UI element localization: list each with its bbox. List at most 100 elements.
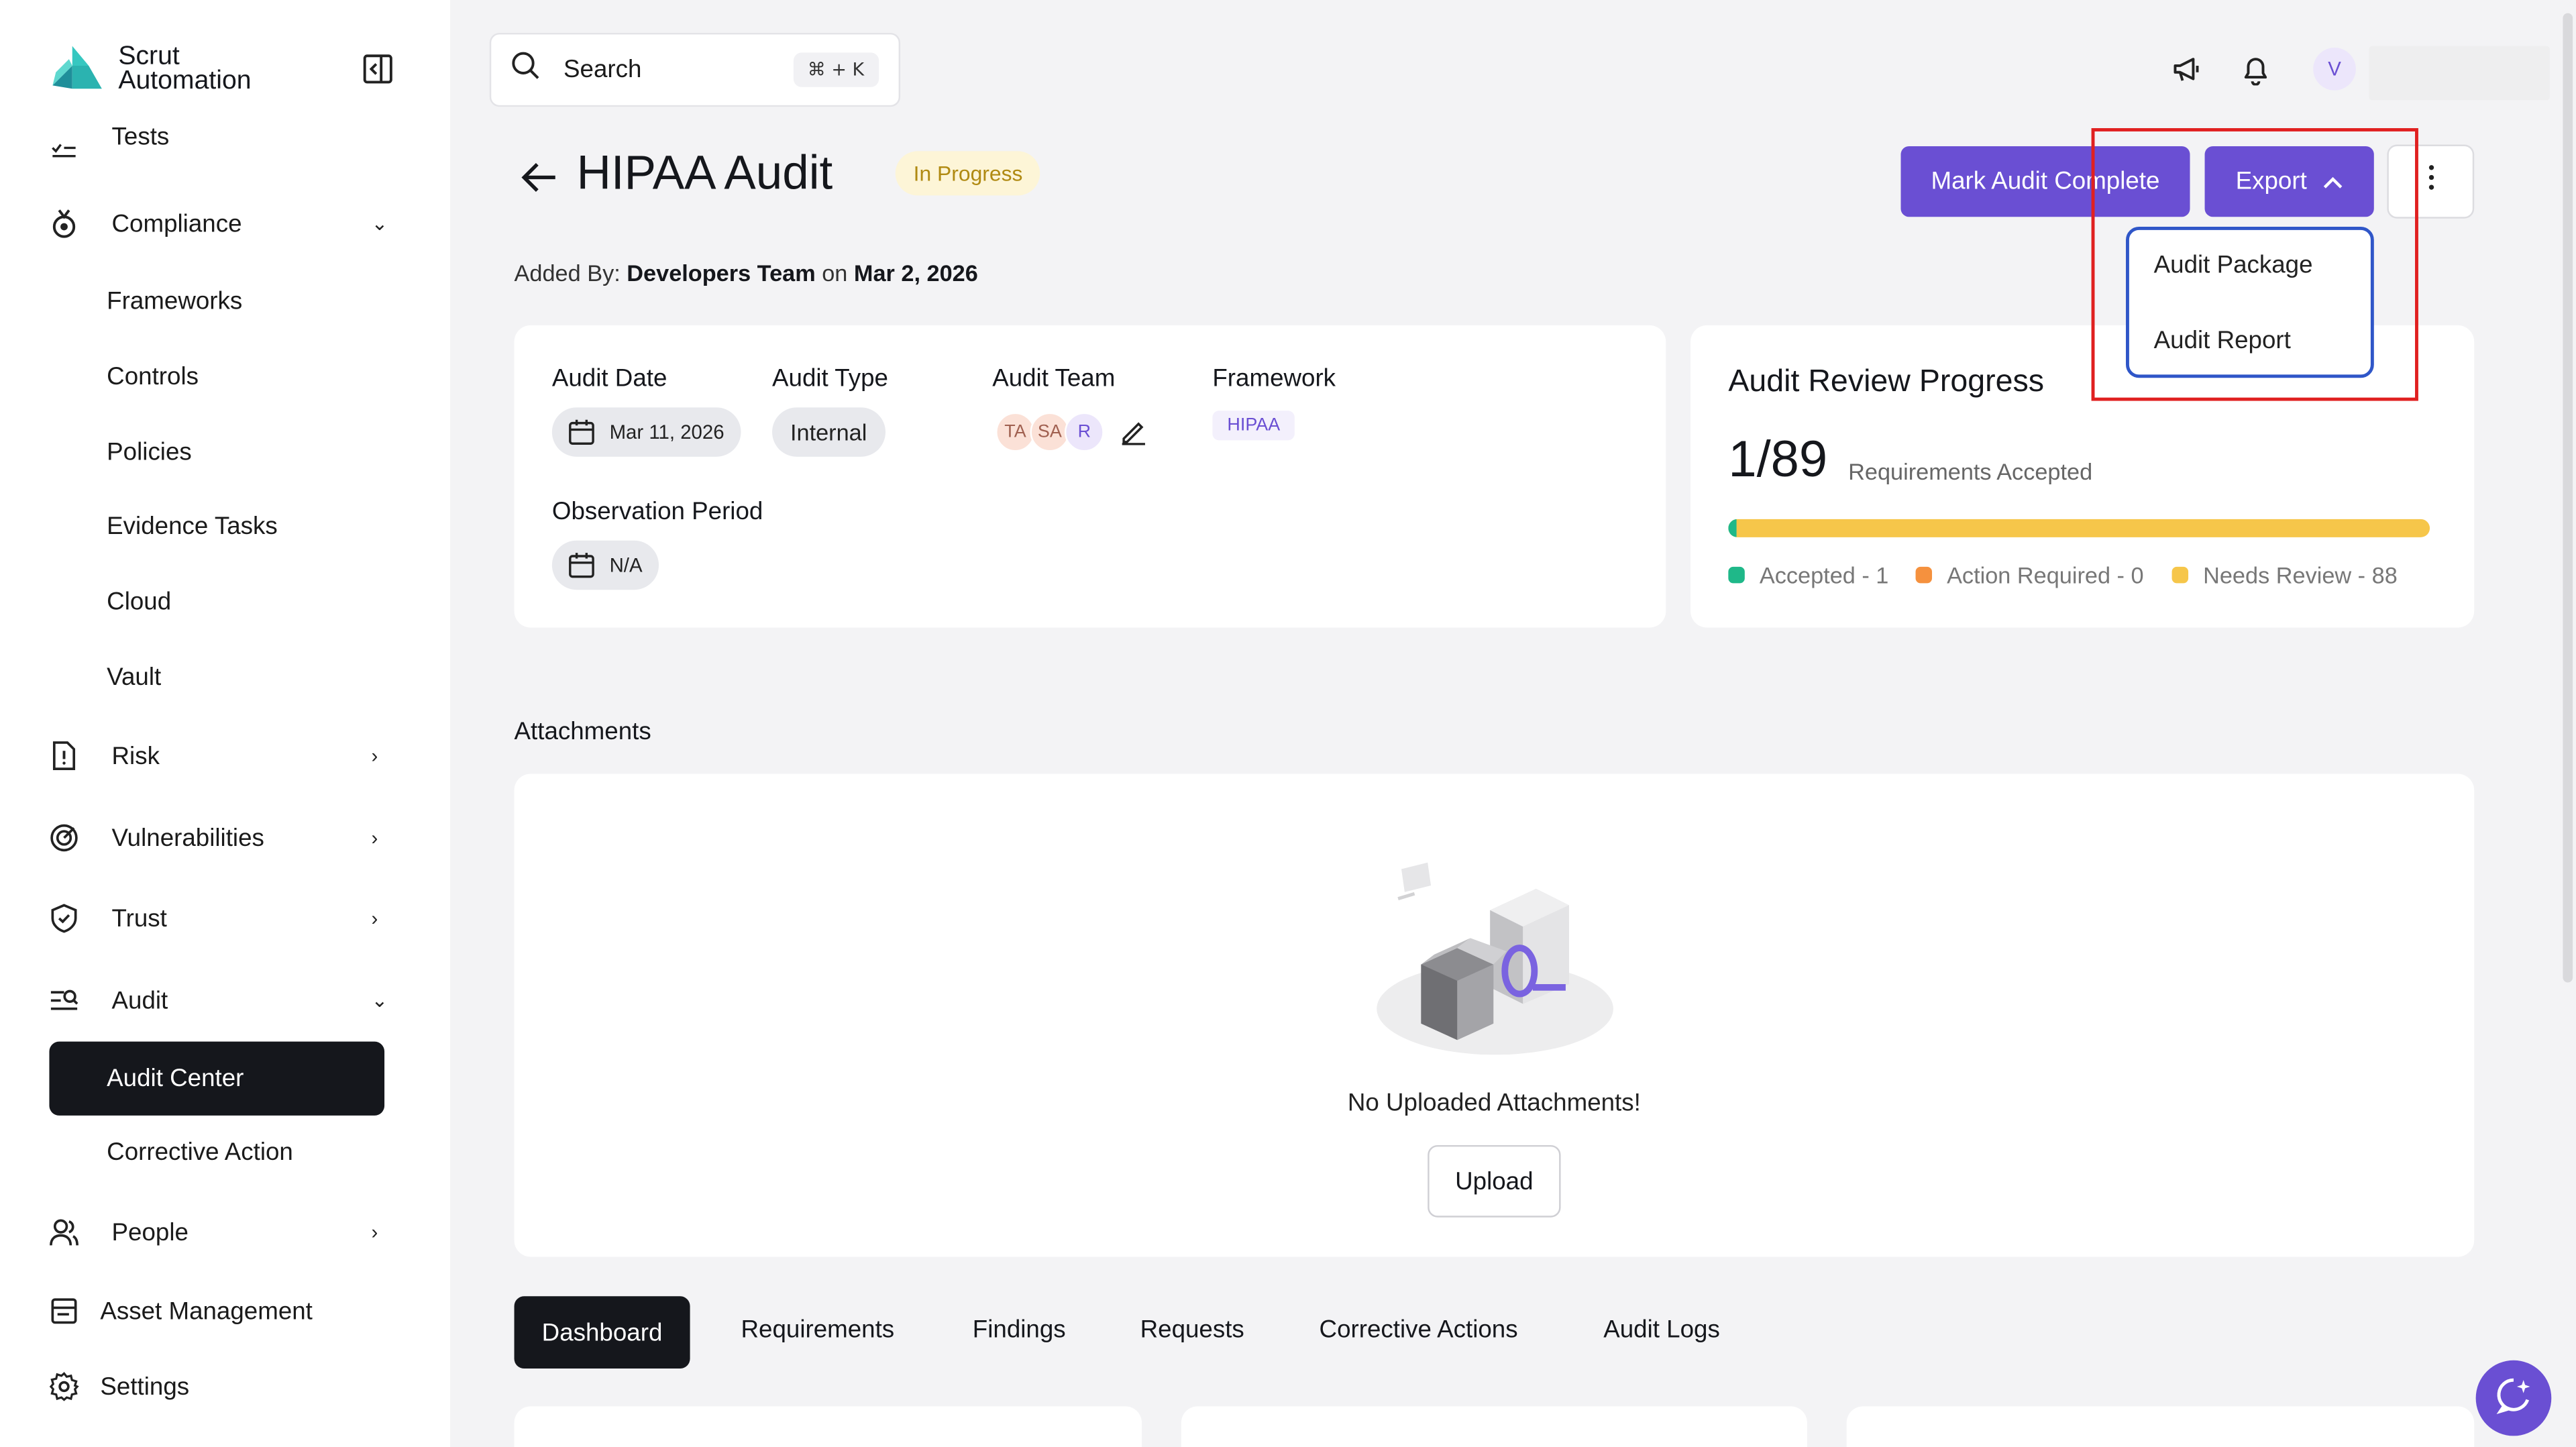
- brand-line-2: Automation: [118, 67, 252, 96]
- search-box[interactable]: Search ⌘ + K: [489, 32, 901, 107]
- sidebar-item-label: Asset Management: [100, 1297, 313, 1326]
- audit-team-label: Audit Team: [992, 364, 1116, 393]
- brand-name: Scrut Automation: [118, 42, 252, 96]
- audit-date-value: Mar 11, 2026: [609, 420, 724, 444]
- sidebar-item-vulnerabilities[interactable]: Vulnerabilities ›: [49, 823, 378, 853]
- dashboard-card: [1846, 1406, 2475, 1447]
- back-arrow-icon[interactable]: [519, 158, 559, 197]
- brand-logo[interactable]: Scrut Automation: [49, 42, 252, 96]
- sidebar-item-label: Vulnerabilities: [111, 824, 264, 852]
- chat-support-button[interactable]: [2475, 1360, 2552, 1436]
- sidebar-item-corrective-action[interactable]: Corrective Action: [107, 1138, 293, 1167]
- added-by-line: Added By: Developers Team on Mar 2, 2026: [515, 260, 978, 286]
- progress-bar: [1728, 519, 2430, 537]
- asset-icon: [49, 1296, 78, 1326]
- legend-label: Action Required - 0: [1947, 561, 2144, 588]
- sidebar-item-asset-management[interactable]: Asset Management: [49, 1296, 313, 1326]
- team-avatar[interactable]: R: [1064, 412, 1104, 452]
- chevron-down-icon: ⌄: [371, 211, 388, 235]
- annotation-highlight-box: [2091, 128, 2418, 401]
- chevron-right-icon: ›: [371, 744, 378, 767]
- team-avatar[interactable]: TA: [996, 412, 1035, 452]
- status-badge: In Progress: [895, 151, 1041, 196]
- empty-attachments-text: No Uploaded Attachments!: [1347, 1089, 1641, 1118]
- scrollbar-thumb[interactable]: [2563, 13, 2573, 983]
- sidebar-item-audit[interactable]: Audit ⌄: [49, 985, 388, 1015]
- kebab-menu-icon: [2427, 164, 2434, 199]
- people-icon: [49, 1218, 78, 1247]
- sidebar-item-people[interactable]: People ›: [49, 1218, 378, 1247]
- sidebar-item-controls[interactable]: Controls: [107, 363, 199, 391]
- audit-search-icon: [49, 985, 78, 1015]
- sidebar-item-policies[interactable]: Policies: [107, 439, 192, 467]
- attachments-title: Attachments: [514, 718, 651, 746]
- sidebar-item-audit-center[interactable]: Audit Center: [49, 1041, 385, 1116]
- sidebar: Scrut Automation Tests Compliance ⌄ Fram…: [0, 0, 451, 1447]
- team-avatar[interactable]: SA: [1030, 412, 1070, 452]
- legend-dot: [1915, 566, 1933, 584]
- sidebar-item-label: Risk: [111, 741, 160, 770]
- legend-dot: [2171, 566, 2189, 584]
- risk-document-icon: [49, 741, 78, 770]
- added-by-name: Developers Team: [627, 259, 816, 286]
- medal-icon: [49, 209, 78, 238]
- sidebar-item-risk[interactable]: Risk ›: [49, 741, 378, 770]
- sidebar-item-vault[interactable]: Vault: [107, 663, 161, 692]
- sidebar-item-label: People: [111, 1218, 189, 1246]
- framework-label: Framework: [1212, 364, 1336, 393]
- checklist-icon: [49, 131, 78, 161]
- sidebar-item-settings[interactable]: Settings: [49, 1372, 189, 1401]
- audit-date-pill: Mar 11, 2026: [551, 407, 741, 457]
- sidebar-item-label: Trust: [111, 904, 167, 932]
- sidebar-item-compliance[interactable]: Compliance ⌄: [49, 209, 388, 238]
- observation-period-pill: N/A: [551, 540, 659, 590]
- tab-findings[interactable]: Findings: [973, 1316, 1066, 1344]
- sidebar-item-label: Settings: [100, 1373, 190, 1401]
- app-root: Scrut Automation Tests Compliance ⌄ Fram…: [0, 0, 2576, 1447]
- brand-line-1: Scrut: [118, 42, 180, 71]
- tab-audit-logs[interactable]: Audit Logs: [1603, 1316, 1720, 1344]
- shield-check-icon: [49, 904, 78, 933]
- legend-dot: [1728, 566, 1745, 584]
- progress-ratio: 1/89: [1728, 430, 1828, 488]
- collapse-sidebar-icon[interactable]: [362, 52, 394, 85]
- observation-period-value: N/A: [609, 553, 643, 577]
- added-by-prefix: Added By:: [514, 259, 621, 286]
- search-icon: [511, 51, 541, 89]
- scrut-logo-icon: [49, 43, 105, 95]
- tab-requests[interactable]: Requests: [1140, 1316, 1244, 1344]
- legend-accepted: Accepted - 1: [1728, 562, 1888, 588]
- edit-pencil-icon[interactable]: [1120, 419, 1146, 453]
- sidebar-item-trust[interactable]: Trust ›: [49, 904, 378, 933]
- audit-type-label: Audit Type: [772, 364, 888, 393]
- calendar-icon: [568, 552, 594, 578]
- calendar-icon: [568, 419, 594, 445]
- user-avatar[interactable]: V: [2313, 48, 2356, 91]
- sidebar-item-cloud[interactable]: Cloud: [107, 588, 171, 617]
- tab-dashboard[interactable]: Dashboard: [514, 1296, 690, 1369]
- added-on-prefix: on: [822, 259, 848, 286]
- empty-box-illustration-icon: [1372, 853, 1618, 1066]
- tab-corrective-actions[interactable]: Corrective Actions: [1320, 1316, 1518, 1344]
- dashboard-card: [514, 1406, 1142, 1447]
- tab-requirements[interactable]: Requirements: [741, 1316, 894, 1344]
- bell-icon[interactable]: [2239, 52, 2272, 87]
- audit-date-label: Audit Date: [551, 364, 667, 393]
- chat-sparkle-icon: [2494, 1375, 2534, 1422]
- legend-label: Accepted - 1: [1759, 561, 1889, 588]
- sidebar-item-tests[interactable]: Tests: [49, 122, 169, 161]
- user-name-placeholder[interactable]: [2369, 46, 2550, 101]
- sidebar-item-evidence-tasks[interactable]: Evidence Tasks: [107, 513, 278, 541]
- megaphone-icon[interactable]: [2170, 52, 2203, 85]
- chevron-right-icon: ›: [371, 906, 378, 930]
- chevron-right-icon: ›: [371, 826, 378, 850]
- legend-action-required: Action Required - 0: [1915, 561, 2144, 588]
- progress-caption: Requirements Accepted: [1848, 458, 2093, 485]
- sidebar-item-label: Compliance: [111, 209, 242, 237]
- progress-bar-accepted: [1728, 519, 1737, 537]
- gear-icon: [49, 1372, 79, 1401]
- page-scrollbar[interactable]: [2559, 0, 2576, 1447]
- upload-button[interactable]: Upload: [1428, 1144, 1561, 1218]
- framework-badge: HIPAA: [1212, 411, 1295, 441]
- sidebar-item-frameworks[interactable]: Frameworks: [107, 288, 242, 316]
